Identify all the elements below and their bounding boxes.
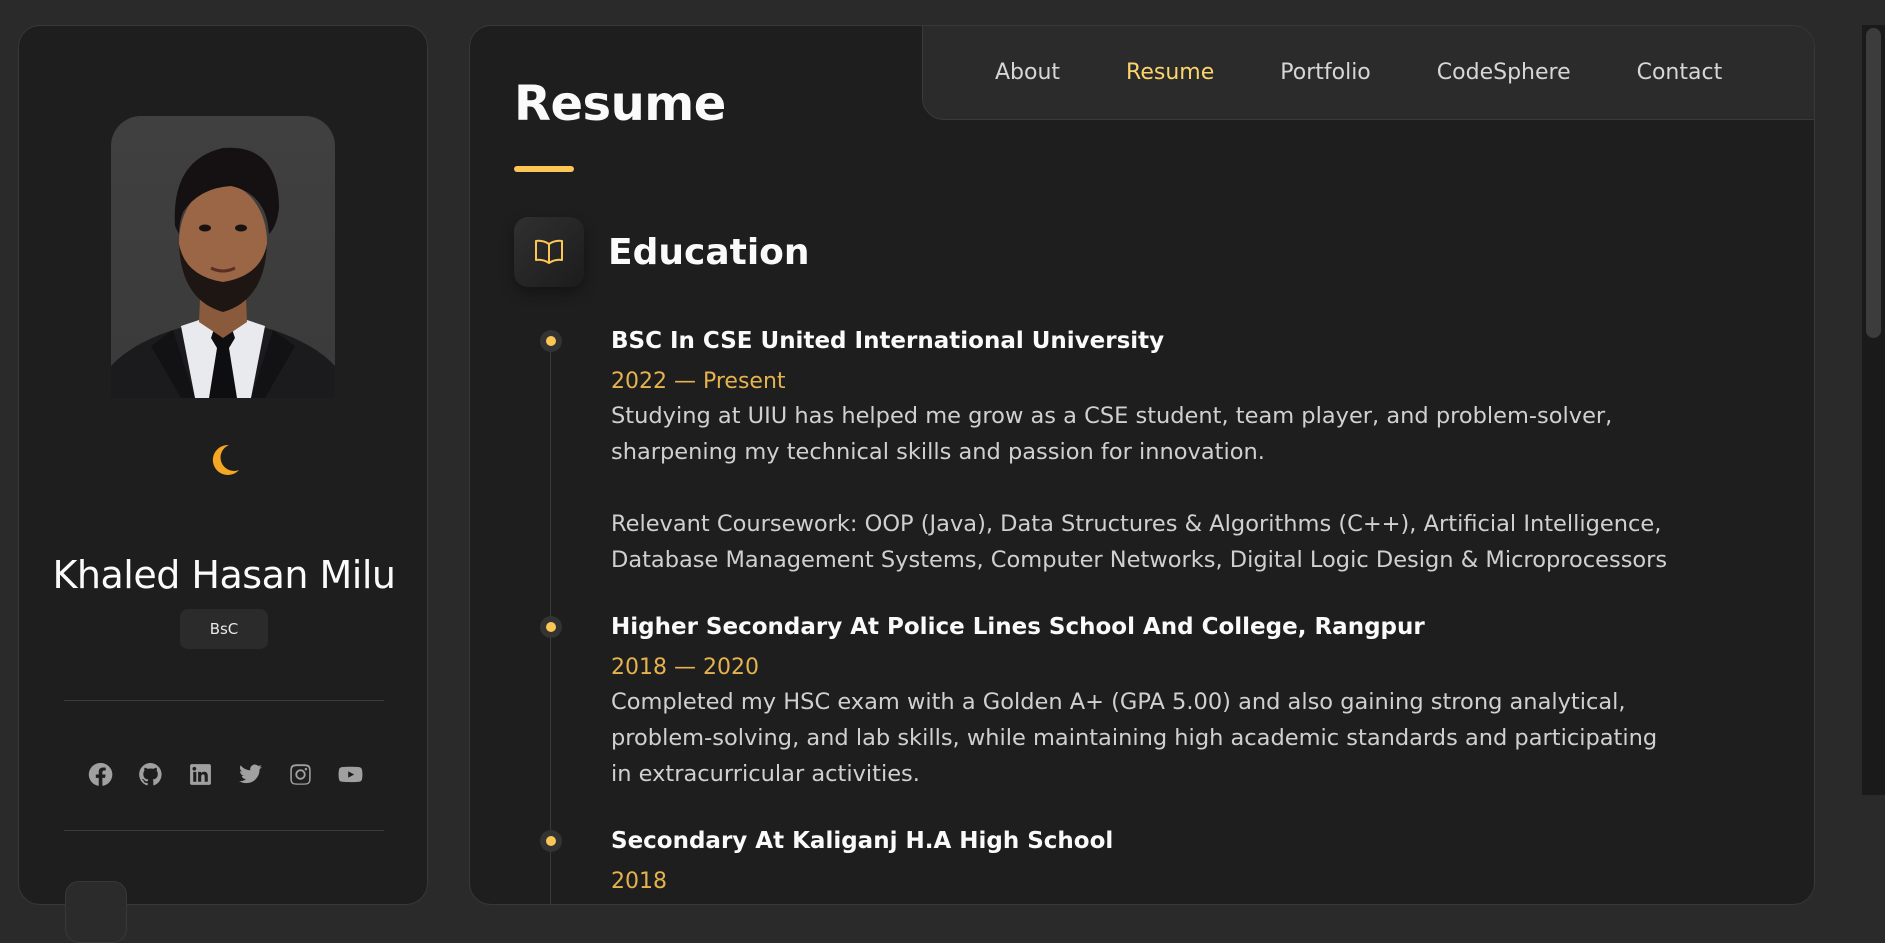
- section-title: Education: [608, 232, 810, 273]
- twitter-icon: [238, 764, 262, 783]
- timeline-item-title: Higher Secondary At Police Lines School …: [611, 614, 1425, 640]
- profile-sidebar: Khaled Hasan Milu BsC: [18, 25, 428, 943]
- main-panel: About Resume Portfolio CodeSphere Contac…: [469, 25, 1815, 905]
- social-links: [87, 761, 363, 787]
- divider: [64, 700, 384, 701]
- facebook-icon: [88, 762, 112, 786]
- twitter-link[interactable]: [237, 761, 263, 787]
- nav-codesphere[interactable]: CodeSphere: [1437, 60, 1571, 85]
- linkedin-link[interactable]: [187, 761, 213, 787]
- timeline-item-date: 2022 — Present: [611, 369, 786, 394]
- youtube-icon: [338, 766, 362, 782]
- timeline-item-title: BSC In CSE United International Universi…: [611, 328, 1165, 354]
- title-underline: [514, 166, 574, 172]
- education-icon-box: [514, 217, 584, 287]
- timeline-item-date: 2018: [611, 869, 667, 894]
- book-icon: [535, 239, 563, 264]
- profile-name: Khaled Hasan Milu: [52, 553, 396, 598]
- github-link[interactable]: [137, 761, 163, 787]
- timeline-item-description: Completed my HSC exam with a Golden A+ (…: [611, 684, 1681, 792]
- timeline-dot: [540, 616, 562, 638]
- degree-badge: BsC: [180, 609, 268, 649]
- timeline-item: Secondary At Kaliganj H.A High School 20…: [611, 826, 1681, 896]
- timeline-item: Higher Secondary At Police Lines School …: [611, 612, 1681, 792]
- moon-icon: [212, 444, 239, 475]
- contact-icon-box: [65, 881, 127, 943]
- nav-contact[interactable]: Contact: [1637, 60, 1723, 85]
- navbar: About Resume Portfolio CodeSphere Contac…: [922, 26, 1814, 120]
- profile-photo: [111, 147, 335, 398]
- page-title: Resume: [514, 76, 726, 132]
- timeline-dot: [540, 330, 562, 352]
- timeline-item-date: 2018 — 2020: [611, 655, 759, 680]
- timeline-dot: [540, 830, 562, 852]
- timeline-item-title: Secondary At Kaliganj H.A High School: [611, 828, 1114, 854]
- theme-toggle-button[interactable]: [205, 440, 245, 480]
- description-paragraph: Relevant Coursework: OOP (Java), Data St…: [611, 511, 1668, 573]
- instagram-icon: [289, 763, 311, 785]
- avatar: [111, 116, 335, 398]
- divider: [64, 830, 384, 831]
- description-paragraph: Studying at UIU has helped me grow as a …: [611, 403, 1613, 465]
- nav-resume[interactable]: Resume: [1126, 60, 1214, 85]
- description-paragraph: Completed my HSC exam with a Golden A+ (…: [611, 689, 1658, 787]
- nav-about[interactable]: About: [995, 60, 1060, 85]
- github-icon: [138, 762, 162, 785]
- timeline-item: BSC In CSE United International Universi…: [611, 326, 1681, 578]
- timeline-item-description: Studying at UIU has helped me grow as a …: [611, 398, 1681, 578]
- linkedin-icon: [189, 763, 211, 785]
- nav-portfolio[interactable]: Portfolio: [1280, 60, 1371, 85]
- facebook-link[interactable]: [87, 761, 113, 787]
- scrollbar-thumb[interactable]: [1866, 28, 1881, 338]
- youtube-link[interactable]: [337, 761, 363, 787]
- instagram-link[interactable]: [287, 761, 313, 787]
